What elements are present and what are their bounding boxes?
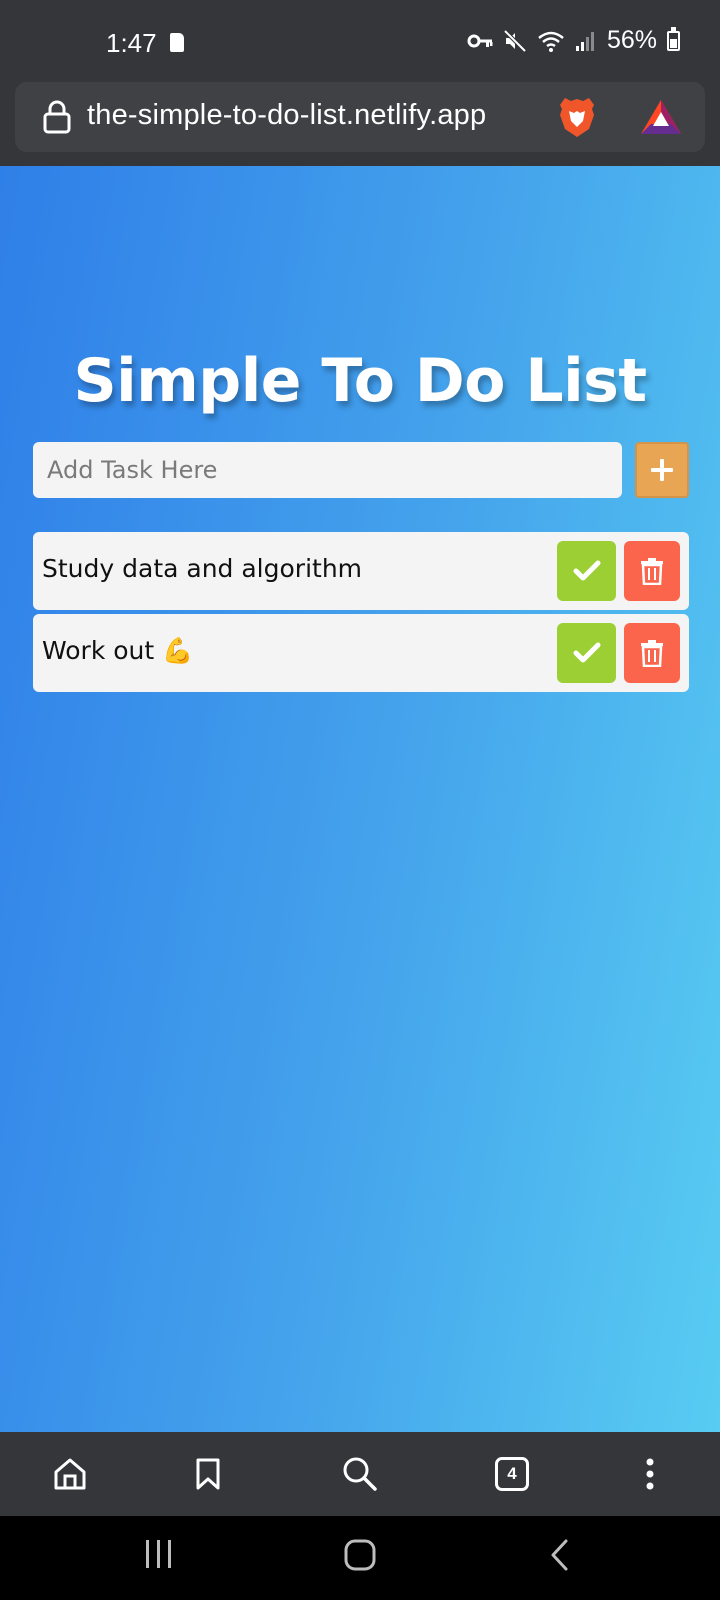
battery-percent: 56% (606, 26, 657, 54)
sd-card-icon (170, 33, 184, 52)
task-text: Work out 💪 (42, 636, 194, 665)
delete-task-button[interactable] (624, 541, 680, 601)
task-text: Study data and algorithm (42, 554, 363, 583)
address-bar[interactable]: the-simple-to-do-list.netlify.app (15, 82, 705, 152)
signal-icon (575, 31, 594, 51)
back-button[interactable] (548, 1538, 570, 1572)
browser-toolbar: the-simple-to-do-list.netlify.app (0, 82, 720, 166)
bottom-toolbar: 4 (0, 1432, 720, 1516)
complete-task-button[interactable] (557, 541, 616, 601)
home-button[interactable] (50, 1454, 90, 1494)
recents-icon (146, 1540, 171, 1568)
bookmark-button[interactable] (188, 1454, 228, 1494)
delete-task-button[interactable] (624, 623, 680, 683)
wifi-icon (538, 31, 564, 52)
key-icon (467, 34, 493, 47)
status-time: 1:47 (106, 28, 157, 58)
search-icon (343, 1457, 377, 1491)
trash-icon (641, 640, 663, 667)
complete-task-button[interactable] (557, 623, 616, 683)
lock-icon[interactable] (42, 100, 72, 134)
home-nav-button[interactable] (343, 1538, 377, 1572)
back-icon (551, 1539, 568, 1571)
add-task-button[interactable] (635, 442, 689, 498)
task-item: Study data and algorithm (33, 532, 689, 610)
recents-button[interactable] (144, 1538, 174, 1570)
trash-icon (641, 558, 663, 585)
search-button[interactable] (340, 1454, 380, 1494)
bookmark-icon (196, 1458, 220, 1490)
status-bar: 1:47 56% (0, 0, 720, 82)
bat-rewards-icon[interactable] (640, 98, 682, 136)
url-text[interactable]: the-simple-to-do-list.netlify.app (87, 99, 486, 132)
home-nav-icon (344, 1539, 376, 1571)
system-nav-bar (0, 1516, 720, 1600)
tabs-icon: 4 (495, 1457, 529, 1491)
check-icon (573, 642, 600, 663)
more-menu-button[interactable] (630, 1454, 670, 1494)
more-menu-icon (646, 1458, 654, 1490)
task-list: Study data and algorithm Work out 💪 (33, 532, 689, 696)
task-item: Work out 💪 (33, 614, 689, 692)
mute-icon (503, 29, 527, 52)
brave-lion-icon[interactable] (557, 95, 597, 139)
home-icon (54, 1458, 86, 1490)
plus-icon (651, 459, 673, 481)
app-page: Simple To Do List Study data and algorit… (0, 166, 720, 1432)
task-input[interactable] (33, 442, 622, 498)
status-icons: 56% (467, 26, 680, 55)
check-icon (573, 560, 600, 581)
page-title: Simple To Do List (73, 346, 647, 416)
battery-icon (667, 26, 680, 51)
tabs-button[interactable]: 4 (492, 1454, 532, 1494)
